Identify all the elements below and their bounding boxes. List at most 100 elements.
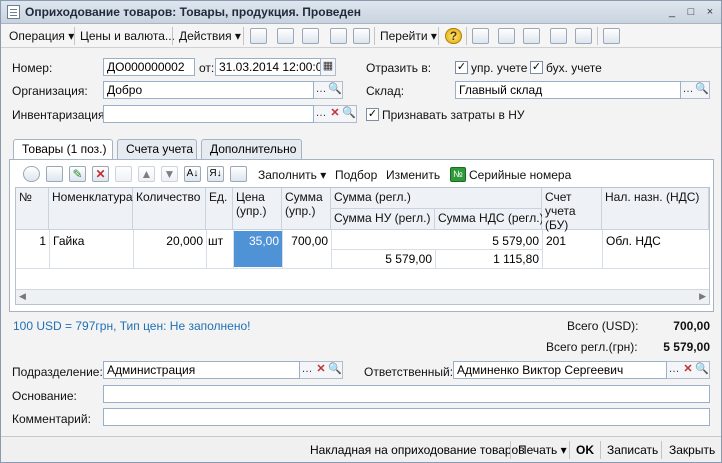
edit-row-icon[interactable]: ✎ [69,166,86,182]
cell-sum-vat[interactable]: 1 115,80 [435,251,539,267]
tab-goods[interactable]: Товары (1 поз.) [13,139,113,160]
move-up-icon[interactable]: ▲ [138,166,155,182]
cell-sum-reg[interactable]: 5 579,00 [331,233,539,249]
structure-tree-icon[interactable] [603,28,620,44]
col-header-sum-reg[interactable]: Сумма (регл.) [331,188,542,209]
debit-credit-icon[interactable] [523,28,540,44]
warehouse-select-button[interactable]: … [681,81,696,99]
print-menu[interactable]: Печать ▾ [518,443,567,457]
back-arrow-icon[interactable] [250,28,267,44]
ok-button[interactable]: OK [576,443,594,457]
copy-row-icon[interactable] [46,166,63,182]
cell-price[interactable]: 35,00 [233,231,282,267]
reflect-mgmt-checkbox[interactable]: ✓ [455,61,468,74]
checklist-icon[interactable] [498,28,515,44]
chevron-down-icon: ▾ [560,443,567,457]
save-row-icon[interactable] [115,166,132,182]
selection-button[interactable]: Подбор [335,168,377,182]
sort-asc-icon[interactable]: A↓ [184,166,201,182]
copy-document-icon[interactable] [302,28,319,44]
help-icon[interactable]: ? [445,28,462,44]
cell-num[interactable]: 1 [16,233,46,249]
unpost-document-icon[interactable] [353,28,370,44]
inventory-field[interactable] [103,105,314,123]
col-header-sum[interactable]: Сумма (упр.) [282,188,331,230]
col-header-tax[interactable]: Нал. назн. (НДС) [602,188,709,230]
operation-label: Операция [9,29,65,43]
delete-row-icon[interactable]: ✕ [92,166,109,182]
col-header-account[interactable]: Счет учета (БУ) [542,188,602,232]
report-icon[interactable] [550,28,567,44]
reflect-label: Отразить в: [366,61,432,75]
number-field[interactable]: ДО000000002 [103,58,195,76]
add-row-icon[interactable] [23,166,40,182]
fill-menu[interactable]: Заполнить ▾ [258,168,326,182]
organization-open-icon[interactable]: 🔍 [328,81,343,99]
col-header-sum-vat[interactable]: Сумма НДС (регл.) [435,209,544,230]
col-header-num[interactable]: № [16,188,49,230]
reflect-acc-checkbox[interactable]: ✓ [530,61,543,74]
cell-account[interactable]: 201 [546,233,566,249]
col-header-sum-nu[interactable]: Сумма НУ (регл.) [331,209,435,230]
organization-select-button[interactable]: … [314,81,329,99]
cell-tax[interactable]: Обл. НДС [606,233,661,249]
comment-field[interactable] [103,408,710,426]
col-header-price[interactable]: Цена (упр.) [233,188,282,230]
inventory-clear-icon[interactable]: ✕ [328,105,343,123]
warehouse-field[interactable]: Главный склад [455,81,681,99]
maximize-button[interactable]: □ [684,6,698,19]
division-clear-icon[interactable]: ✕ [314,361,329,379]
prices-currency-button[interactable]: Цены и валюта... [80,28,175,44]
responsible-field[interactable]: Админенко Виктор Сергеевич [453,361,667,379]
inventory-open-icon[interactable]: 🔍 [342,105,357,123]
serial-numbers-button[interactable]: Серийные номера [469,168,571,182]
scroll-right-icon[interactable]: ▶ [699,291,706,302]
date-label: от: [199,61,215,75]
division-open-icon[interactable]: 🔍 [328,361,343,379]
cell-item[interactable]: Гайка [53,233,84,249]
col-header-item[interactable]: Номенклатура [49,188,133,230]
cell-unit[interactable]: шт [208,233,223,249]
minimize-button[interactable]: _ [665,6,679,19]
journal-icon[interactable] [575,28,592,44]
calendar-icon[interactable]: ▦ [321,58,336,76]
save-button[interactable]: Записать [607,443,658,457]
actions-menu[interactable]: Действия ▾ [179,28,241,44]
warehouse-open-icon[interactable]: 🔍 [695,81,710,99]
invoice-print-button[interactable]: Накладная на оприходование товаров [310,443,525,457]
grid-line [331,249,542,250]
date-field[interactable]: 31.03.2014 12:00:00 [215,58,321,76]
move-down-icon[interactable]: ▼ [161,166,178,182]
operation-menu[interactable]: Операция ▾ [9,28,74,44]
basis-field[interactable] [103,385,710,403]
cell-qty[interactable]: 20,000 [133,233,203,249]
col-header-qty[interactable]: Количество [133,188,206,230]
goto-menu[interactable]: Перейти ▾ [380,28,437,44]
responsible-open-icon[interactable]: 🔍 [695,361,710,379]
responsible-select-button[interactable]: … [667,361,682,379]
sort-desc-icon[interactable]: Я↓ [207,166,224,182]
recognize-costs-checkbox[interactable]: ✓ [366,108,379,121]
responsible-clear-icon[interactable]: ✕ [681,361,696,379]
cell-sum[interactable]: 700,00 [282,233,328,249]
tab-additional[interactable]: Дополнительно [201,139,302,159]
serial-numbers-icon[interactable]: № [450,167,466,182]
list-structure-icon[interactable] [472,28,489,44]
col-header-unit[interactable]: Ед. [206,188,233,230]
tab-accounts[interactable]: Счета учета [117,139,197,159]
scroll-left-icon[interactable]: ◀ [19,291,26,302]
horizontal-scrollbar[interactable]: ◀ ▶ [16,289,709,304]
rate-info-link[interactable]: 100 USD = 797грн, Тип цен: Не заполнено! [13,319,250,333]
toolbar-separator [243,27,244,45]
organization-field[interactable]: Добро [103,81,314,99]
change-button[interactable]: Изменить [386,168,440,182]
post-document-icon[interactable] [330,28,347,44]
close-window-button[interactable]: × [703,6,717,19]
cell-sum-nu[interactable]: 5 579,00 [331,251,432,267]
division-field[interactable]: Администрация [103,361,300,379]
division-select-button[interactable]: … [300,361,315,379]
barcode-icon[interactable] [230,166,247,182]
close-button[interactable]: Закрыть [669,443,715,457]
inventory-select-button[interactable]: … [314,105,329,123]
refresh-icon[interactable] [277,28,294,44]
